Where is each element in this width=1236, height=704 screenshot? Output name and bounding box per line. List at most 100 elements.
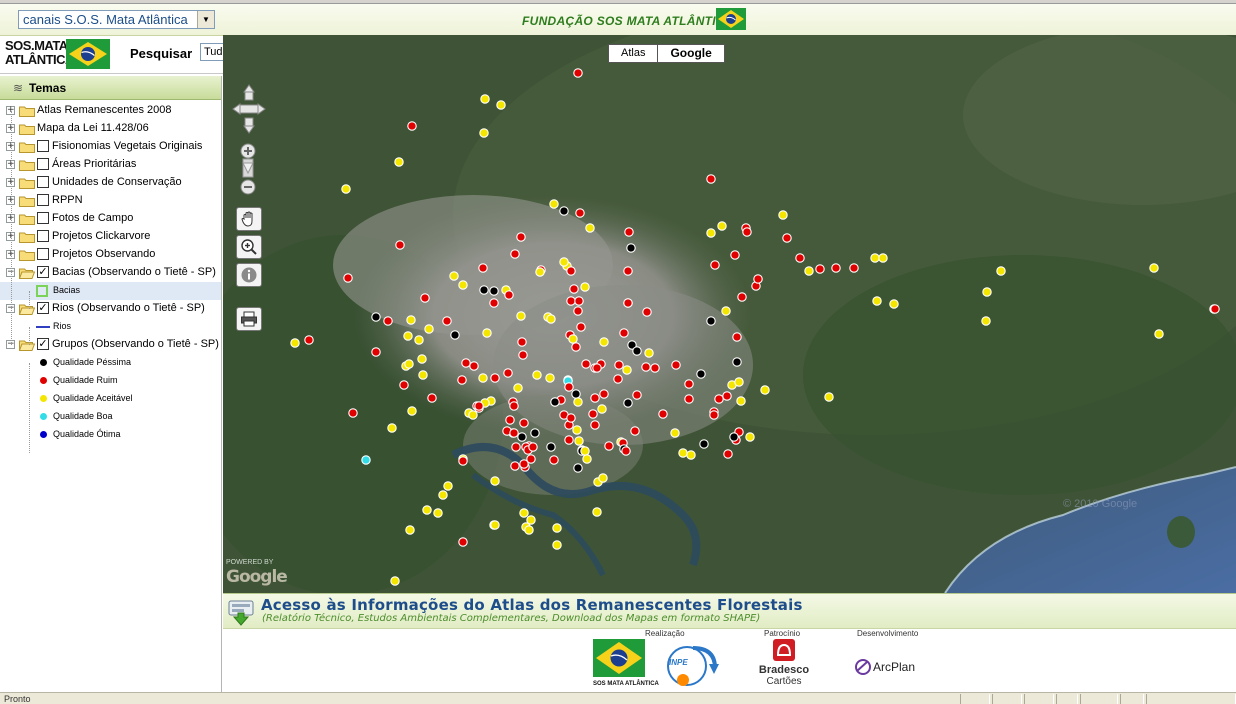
quality-marker[interactable] bbox=[678, 448, 688, 458]
quality-marker[interactable] bbox=[623, 266, 633, 276]
quality-marker[interactable] bbox=[706, 228, 716, 238]
quality-marker[interactable] bbox=[709, 410, 719, 420]
quality-marker[interactable] bbox=[573, 397, 583, 407]
tree-item[interactable]: + Projetos Observando bbox=[0, 246, 221, 264]
legend-bacias[interactable]: Bacias bbox=[0, 282, 221, 300]
tree-item[interactable]: − ✓ Bacias (Observando o Tietê - SP) bbox=[0, 264, 221, 282]
quality-marker[interactable] bbox=[566, 413, 576, 423]
quality-marker[interactable] bbox=[482, 328, 492, 338]
quality-marker[interactable] bbox=[684, 394, 694, 404]
quality-marker[interactable] bbox=[571, 389, 581, 399]
quality-marker[interactable] bbox=[732, 357, 742, 367]
quality-marker[interactable] bbox=[889, 299, 899, 309]
legend-quality[interactable]: Qualidade Aceitável bbox=[0, 390, 221, 408]
quality-marker[interactable] bbox=[420, 293, 430, 303]
tree-item[interactable]: + Mapa da Lei 11.428/06 bbox=[0, 120, 221, 138]
quality-marker[interactable] bbox=[519, 508, 529, 518]
quality-marker[interactable] bbox=[395, 240, 405, 250]
legend-quality[interactable]: Qualidade Péssima bbox=[0, 354, 221, 372]
inpe-logo[interactable]: INPE bbox=[663, 640, 721, 688]
quality-marker[interactable] bbox=[671, 360, 681, 370]
quality-marker[interactable] bbox=[849, 263, 859, 273]
quality-marker[interactable] bbox=[517, 337, 527, 347]
quality-marker[interactable] bbox=[442, 316, 452, 326]
quality-marker[interactable] bbox=[831, 263, 841, 273]
quality-marker[interactable] bbox=[630, 426, 640, 436]
layer-checkbox[interactable] bbox=[37, 158, 49, 170]
quality-marker[interactable] bbox=[394, 157, 404, 167]
quality-marker[interactable] bbox=[405, 525, 415, 535]
info-panel-header[interactable]: Acesso às Informações do Atlas dos Reman… bbox=[223, 593, 1236, 629]
quality-marker[interactable] bbox=[371, 312, 381, 322]
quality-marker[interactable] bbox=[696, 369, 706, 379]
quality-marker[interactable] bbox=[479, 128, 489, 138]
quality-marker[interactable] bbox=[686, 450, 696, 460]
layer-checkbox[interactable] bbox=[37, 230, 49, 242]
quality-marker[interactable] bbox=[549, 455, 559, 465]
quality-marker[interactable] bbox=[599, 337, 609, 347]
tree-item[interactable]: − ✓ Grupos (Observando o Tietê - SP) bbox=[0, 336, 221, 354]
quality-marker[interactable] bbox=[489, 298, 499, 308]
quality-marker[interactable] bbox=[480, 94, 490, 104]
quality-marker[interactable] bbox=[566, 266, 576, 276]
quality-marker[interactable] bbox=[742, 227, 752, 237]
quality-marker[interactable] bbox=[1210, 304, 1220, 314]
atlas-map-button[interactable]: Atlas bbox=[609, 45, 659, 62]
quality-marker[interactable] bbox=[573, 463, 583, 473]
quality-marker[interactable] bbox=[490, 520, 500, 530]
info-button[interactable] bbox=[236, 263, 262, 287]
quality-marker[interactable] bbox=[361, 455, 371, 465]
quality-marker[interactable] bbox=[982, 287, 992, 297]
quality-marker[interactable] bbox=[519, 418, 529, 428]
quality-marker[interactable] bbox=[513, 383, 523, 393]
quality-marker[interactable] bbox=[450, 330, 460, 340]
quality-marker[interactable] bbox=[1154, 329, 1164, 339]
quality-marker[interactable] bbox=[406, 315, 416, 325]
bradesco-logo[interactable]: Bradesco Cartões bbox=[757, 639, 811, 691]
quality-marker[interactable] bbox=[496, 100, 506, 110]
quality-marker[interactable] bbox=[516, 232, 526, 242]
quality-marker[interactable] bbox=[590, 420, 600, 430]
quality-marker[interactable] bbox=[745, 432, 755, 442]
quality-marker[interactable] bbox=[632, 346, 642, 356]
quality-marker[interactable] bbox=[509, 401, 519, 411]
quality-marker[interactable] bbox=[872, 296, 882, 306]
quality-marker[interactable] bbox=[644, 348, 654, 358]
quality-marker[interactable] bbox=[438, 490, 448, 500]
quality-marker[interactable] bbox=[778, 210, 788, 220]
quality-marker[interactable] bbox=[575, 208, 585, 218]
zoom-box-button[interactable] bbox=[236, 235, 262, 259]
quality-marker[interactable] bbox=[478, 263, 488, 273]
tree-item[interactable]: + Fotos de Campo bbox=[0, 210, 221, 228]
tree-item[interactable]: + Atlas Remanescentes 2008 bbox=[0, 102, 221, 120]
quality-marker[interactable] bbox=[511, 442, 521, 452]
quality-marker[interactable] bbox=[518, 350, 528, 360]
quality-marker[interactable] bbox=[519, 459, 529, 469]
quality-marker[interactable] bbox=[399, 380, 409, 390]
quality-marker[interactable] bbox=[576, 322, 586, 332]
quality-marker[interactable] bbox=[404, 359, 414, 369]
quality-marker[interactable] bbox=[684, 379, 694, 389]
quality-marker[interactable] bbox=[535, 267, 545, 277]
quality-marker[interactable] bbox=[590, 393, 600, 403]
quality-marker[interactable] bbox=[371, 347, 381, 357]
sos-logo[interactable]: SOS.MATA ATLÂNTICA bbox=[5, 39, 74, 67]
quality-marker[interactable] bbox=[613, 374, 623, 384]
layer-checkbox[interactable] bbox=[37, 194, 49, 206]
quality-marker[interactable] bbox=[559, 206, 569, 216]
quality-marker[interactable] bbox=[530, 428, 540, 438]
legend-rios[interactable]: Rios bbox=[0, 318, 221, 336]
quality-marker[interactable] bbox=[478, 373, 488, 383]
quality-marker[interactable] bbox=[804, 266, 814, 276]
quality-marker[interactable] bbox=[597, 404, 607, 414]
quality-marker[interactable] bbox=[604, 441, 614, 451]
quality-marker[interactable] bbox=[433, 508, 443, 518]
quality-marker[interactable] bbox=[581, 359, 591, 369]
quality-marker[interactable] bbox=[753, 274, 763, 284]
quality-marker[interactable] bbox=[614, 360, 624, 370]
quality-marker[interactable] bbox=[505, 415, 515, 425]
quality-marker[interactable] bbox=[585, 223, 595, 233]
quality-marker[interactable] bbox=[734, 377, 744, 387]
tree-item[interactable]: + Projetos Clickarvore bbox=[0, 228, 221, 246]
quality-marker[interactable] bbox=[574, 296, 584, 306]
